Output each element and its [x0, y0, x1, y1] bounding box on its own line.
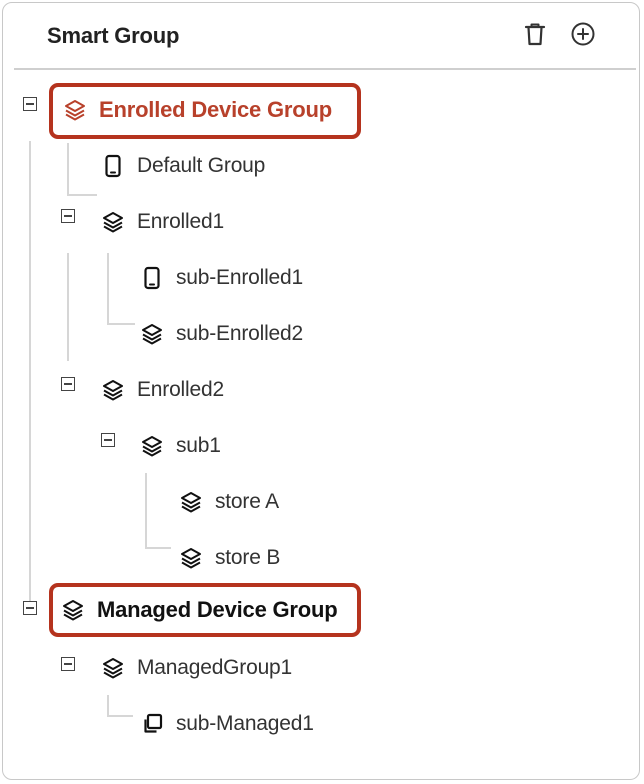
tree-node-sub-enrolled2[interactable]: sub-Enrolled2	[140, 319, 303, 349]
tree-node-sub-enrolled1[interactable]: sub-Enrolled1	[140, 263, 303, 293]
plus-circle-icon[interactable]	[570, 21, 596, 47]
layers-icon	[101, 378, 125, 402]
tree-node-enrolled-device-group[interactable]: Enrolled Device Group	[63, 95, 332, 125]
tree-guide-line	[145, 473, 147, 547]
layers-icon	[61, 598, 85, 622]
tree-node-label: Enrolled Device Group	[99, 97, 332, 122]
tree-node-store-a[interactable]: store A	[179, 487, 279, 517]
tree-guide-line	[67, 143, 69, 195]
tree-node-label: sub-Enrolled2	[176, 322, 303, 345]
collapse-toggle-managedgroup1[interactable]	[61, 657, 75, 671]
layers-icon	[140, 322, 164, 346]
collapse-toggle-managed-root[interactable]	[23, 601, 37, 615]
layers-icon	[101, 656, 125, 680]
trash-icon[interactable]	[522, 21, 548, 47]
tree-guide-line	[67, 194, 97, 196]
tree-node-managedgroup1[interactable]: ManagedGroup1	[101, 653, 292, 683]
tree-guide-line	[107, 323, 135, 325]
tree-node-sub-managed1[interactable]: sub-Managed1	[140, 709, 314, 739]
tree-node-label: sub-Managed1	[176, 712, 314, 735]
tree-node-managed-device-group[interactable]: Managed Device Group	[61, 595, 338, 625]
tree-node-label: Default Group	[137, 154, 266, 177]
layers-icon	[179, 546, 203, 570]
panel-title: Smart Group	[47, 23, 180, 48]
header-divider	[14, 68, 636, 70]
copy-window-icon	[140, 712, 164, 736]
tree-guide-line	[107, 715, 133, 717]
tree-node-label: Enrolled2	[137, 378, 224, 401]
tree-node-label: Enrolled1	[137, 210, 224, 233]
tree-guide-line	[107, 253, 109, 323]
tree-node-default-group[interactable]: Default Group	[101, 151, 265, 181]
tree-node-store-b[interactable]: store B	[179, 543, 280, 573]
tree-node-label: sub1	[176, 434, 221, 457]
tree-guide-line	[67, 253, 69, 361]
tree-guide-line	[145, 547, 171, 549]
phone-icon	[140, 266, 164, 290]
tree-node-label: store B	[215, 546, 281, 569]
tree-node-label: sub-Enrolled1	[176, 266, 303, 289]
tree-node-label: ManagedGroup1	[137, 656, 293, 679]
collapse-toggle-sub1[interactable]	[101, 433, 115, 447]
collapse-toggle-enrolled-root[interactable]	[23, 97, 37, 111]
tree-guide-line	[29, 141, 31, 601]
collapse-toggle-enrolled1[interactable]	[61, 209, 75, 223]
layers-icon	[140, 434, 164, 458]
collapse-toggle-enrolled2[interactable]	[61, 377, 75, 391]
tree-node-label: store A	[215, 490, 279, 513]
layers-icon	[63, 98, 87, 122]
layers-icon	[101, 210, 125, 234]
tree-node-label: Managed Device Group	[97, 597, 338, 622]
tree-node-enrolled1[interactable]: Enrolled1	[101, 207, 224, 237]
tree-guide-line	[107, 695, 109, 715]
smart-group-panel: Smart Group Enrolled Device Group Defaul…	[2, 2, 640, 780]
phone-icon	[101, 154, 125, 178]
layers-icon	[179, 490, 203, 514]
tree-node-enrolled2[interactable]: Enrolled2	[101, 375, 224, 405]
tree-node-sub1[interactable]: sub1	[140, 431, 221, 461]
